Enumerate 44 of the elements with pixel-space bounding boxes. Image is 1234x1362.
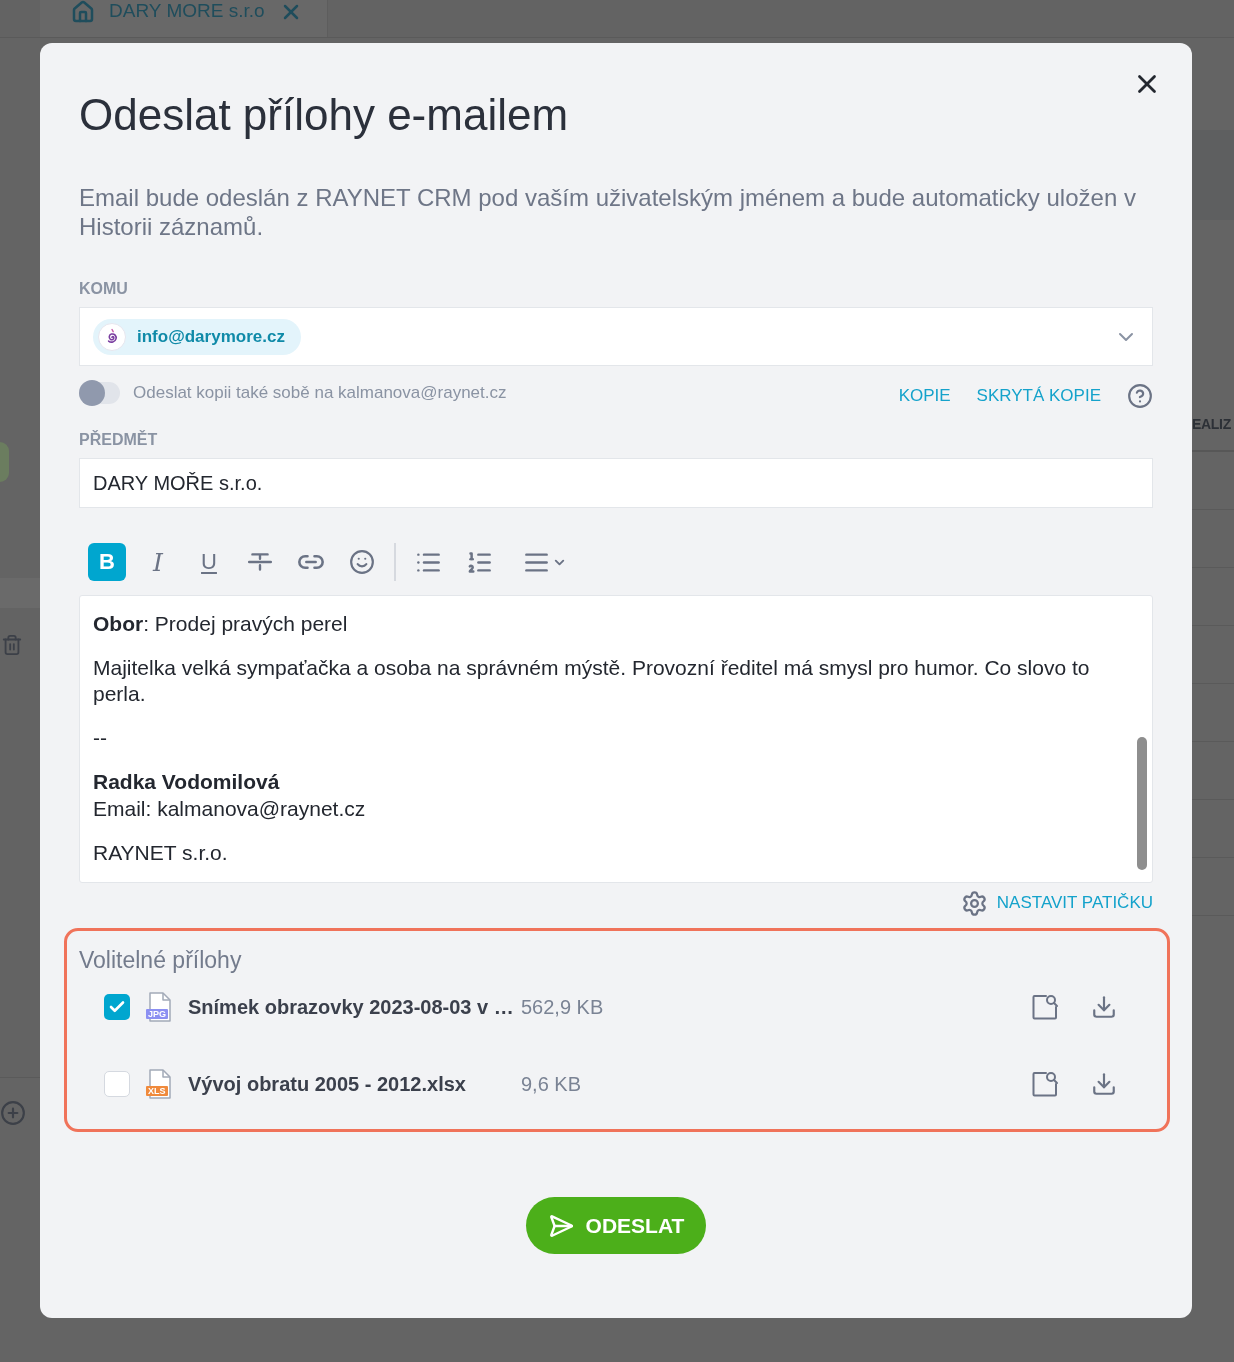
italic-button[interactable]: I xyxy=(139,543,177,581)
document-search-icon[interactable] xyxy=(1031,1070,1059,1098)
download-icon[interactable] xyxy=(1091,994,1117,1020)
scrollbar[interactable] xyxy=(1137,737,1147,870)
house-icon xyxy=(71,0,95,24)
file-size: 562,9 KB xyxy=(521,995,604,1020)
footer-settings-link[interactable]: NASTAVIT PATIČKU xyxy=(960,891,1153,915)
toggle-label: Odeslat kopii také sobě na kalmanova@raynet.cz xyxy=(133,382,507,405)
file-type-badge: JPG xyxy=(146,1009,168,1019)
bold-button[interactable]: B xyxy=(88,543,126,581)
signature-name: Radka Vodomilová xyxy=(93,769,281,795)
send-icon xyxy=(547,1212,574,1239)
message-editor[interactable]: Obor: Prodej pravých perel Majitelka velká sympaťačka a osoba na správném mýstě. Provozní ředitel má smysl pro humor. Co slovo to perla. -- Radka Vodomilová Email: kalmanova@raynet.cz RAYNET s.r.o. xyxy=(79,595,1153,883)
signature-company: RAYNET s.r.o. xyxy=(93,840,229,866)
column-header: EALIZ xyxy=(1192,414,1231,434)
body-paragraph: -- xyxy=(93,725,108,751)
recipient-field[interactable]: info@darymore.cz xyxy=(79,307,1153,366)
field-label: KOMU xyxy=(79,279,129,299)
document-search-icon[interactable] xyxy=(1031,993,1059,1021)
checkbox[interactable] xyxy=(104,1071,130,1097)
recipient-chip[interactable]: info@darymore.cz xyxy=(93,318,301,355)
download-icon[interactable] xyxy=(1091,1071,1117,1097)
signature-line: Email: kalmanova@raynet.cz xyxy=(93,796,367,822)
copy-to-self-toggle[interactable] xyxy=(79,382,120,404)
checkbox[interactable] xyxy=(104,994,130,1020)
attachments-title: Volitelné přílohy xyxy=(79,946,243,975)
file-name: Vývoj obratu 2005 - 2012.xlsx xyxy=(188,1072,467,1097)
underline-button[interactable]: U xyxy=(190,543,228,581)
file-type-badge: XLS xyxy=(146,1086,168,1096)
copy-link[interactable]: KOPIE xyxy=(898,383,951,409)
gear-icon xyxy=(960,889,988,917)
help-icon[interactable] xyxy=(1127,383,1153,409)
spiral-logo-icon xyxy=(98,322,126,351)
copy-link[interactable]: SKRYTÁ KOPIE xyxy=(976,383,1101,409)
send-button[interactable]: ODESLAT xyxy=(525,1197,707,1254)
smiley-icon xyxy=(349,549,375,575)
file-size: 9,6 KB xyxy=(521,1072,582,1097)
dialog-description: Email bude odeslán z RAYNET CRM pod vaším uživatelským jménem a bude automaticky uložen v Historii záznamů. xyxy=(79,183,1137,241)
body-paragraph: Obor: Prodej pravých perel xyxy=(93,611,349,637)
field-label: PŘEDMĚT xyxy=(79,430,159,450)
file-name: Snímek obrazovky 2023-08-03 v … xyxy=(188,995,515,1020)
body-paragraph: Majitelka velká sympaťačka a osoba na správném mýstě. Provozní ředitel má smysl pro humor. Co slovo to perla. xyxy=(93,655,1091,707)
subject-field[interactable]: DARY MOŘE s.r.o. xyxy=(79,458,1153,508)
dialog-title: Odeslat přílohy e-mailem xyxy=(79,89,570,141)
